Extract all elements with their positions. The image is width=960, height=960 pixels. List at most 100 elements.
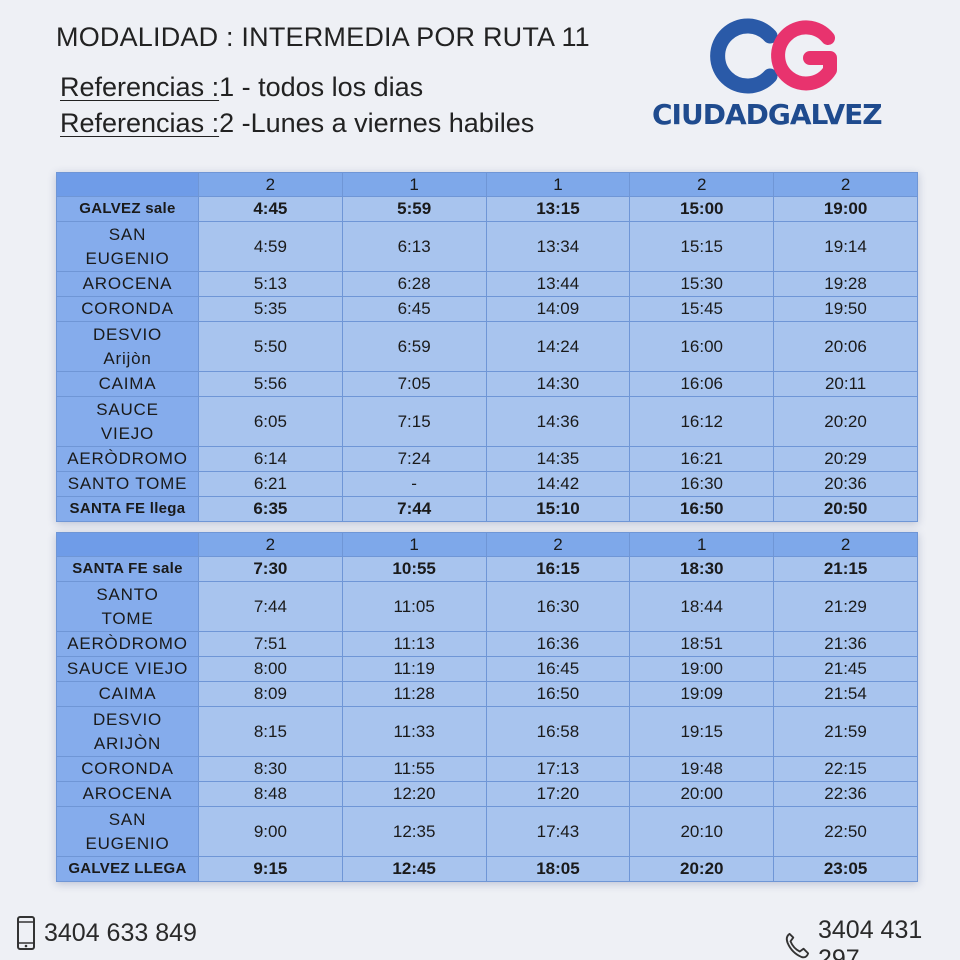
departure-time: 16:36 — [485, 631, 631, 657]
schedule-header-row: 2 1 2 1 2 — [56, 532, 918, 557]
stop-name: SANTO TOME — [56, 471, 199, 497]
schedule-header-row: 2 1 1 2 2 — [56, 172, 918, 197]
departure-time: 7:44 — [341, 496, 487, 522]
stop-name: SANTA FE sale — [56, 556, 199, 582]
departure-time: 8:48 — [197, 781, 343, 807]
schedule-row: SANTO TOME 7:44 11:05 16:30 18:44 21:29 — [56, 581, 918, 632]
departure-time: 21:36 — [773, 631, 918, 657]
departure-time: 15:10 — [485, 496, 631, 522]
phone-contact-right[interactable]: 3404 431 297 — [784, 916, 960, 960]
departure-time: 15:00 — [629, 196, 775, 222]
departure-time: 7:05 — [341, 371, 487, 397]
schedule-row: AERÒDROMO 6:14 7:24 14:35 16:21 20:29 — [56, 446, 918, 472]
departure-time: 18:51 — [629, 631, 775, 657]
stop-name: DESVIO ARIJÒN — [56, 706, 199, 757]
departure-time: 16:50 — [485, 681, 631, 707]
departure-time: 6:59 — [341, 321, 487, 372]
stop-name-line1: SAN — [108, 809, 147, 829]
departure-time: 14:42 — [485, 471, 631, 497]
departure-time: 20:20 — [773, 396, 918, 447]
departure-time: 5:56 — [197, 371, 343, 397]
departure-time: 11:05 — [341, 581, 487, 632]
stop-name: SAUCE VIEJO — [56, 396, 199, 447]
stop-name: CORONDA — [56, 756, 199, 782]
logo-wordmark: CIUDADGALVEZ — [652, 98, 883, 131]
departure-time: 20:50 — [773, 496, 918, 522]
departure-time: 16:30 — [629, 471, 775, 497]
departure-time: 20:20 — [629, 856, 775, 882]
departure-time: 21:54 — [773, 681, 918, 707]
departure-time: 5:59 — [341, 196, 487, 222]
departure-time: 19:00 — [629, 656, 775, 682]
reference-2: Referencias :2 -Lunes a viernes habiles — [60, 108, 534, 139]
departure-time: 22:36 — [773, 781, 918, 807]
reference-2-text: 2 -Lunes a viernes habiles — [219, 108, 535, 138]
stop-name: SANTA FE llega — [56, 496, 199, 522]
stop-name-line1: GALVEZ sale — [79, 200, 176, 217]
schedule-row: AROCENA 5:13 6:28 13:44 15:30 19:28 — [56, 271, 918, 297]
departure-time: 16:58 — [485, 706, 631, 757]
departure-time: 14:24 — [485, 321, 631, 372]
departure-time: 5:35 — [197, 296, 343, 322]
departure-time: 11:28 — [341, 681, 487, 707]
departure-time: 6:21 — [197, 471, 343, 497]
departure-time: 12:20 — [341, 781, 487, 807]
stop-name-line1: DESVIO — [92, 324, 162, 344]
departure-time: 14:36 — [485, 396, 631, 447]
departure-time: 13:44 — [485, 271, 631, 297]
header-frequency: 2 — [197, 532, 343, 557]
stop-name: AROCENA — [56, 271, 199, 297]
departure-time: 7:51 — [197, 631, 343, 657]
schedule-row: AERÒDROMO 7:51 11:13 16:36 18:51 21:36 — [56, 631, 918, 657]
departure-time: 11:33 — [341, 706, 487, 757]
stop-name-line1: AERÒDROMO — [67, 449, 188, 468]
schedule-row: SAN EUGENIO 9:00 12:35 17:43 20:10 22:50 — [56, 806, 918, 857]
phone-number-right: 3404 431 297 — [818, 916, 923, 960]
stop-name: GALVEZ sale — [56, 196, 199, 222]
stop-name-line1: SAUCE VIEJO — [66, 659, 189, 678]
departure-time: 17:20 — [485, 781, 631, 807]
stop-name: AERÒDROMO — [56, 631, 199, 657]
schedule-row: SANTO TOME 6:21-14:42 16:30 20:36 — [56, 471, 918, 497]
departure-time: 19:50 — [773, 296, 918, 322]
departure-time: 20:06 — [773, 321, 918, 372]
departure-time: 11:13 — [341, 631, 487, 657]
stop-name: GALVEZ LLEGA — [56, 856, 199, 882]
reference-1-label: Referencias : — [60, 72, 220, 102]
departure-time: 4:59 — [197, 221, 343, 272]
departure-time: 19:14 — [773, 221, 918, 272]
departure-time: 7:44 — [197, 581, 343, 632]
schedule-table-outbound: 2 1 1 2 2 GALVEZ sale 4:45 5:59 13:15 15:00 1… — [56, 172, 918, 522]
departure-time: 8:00 — [197, 656, 343, 682]
departure-time: 21:15 — [773, 556, 918, 582]
departure-time: 16:06 — [629, 371, 775, 397]
ciudad-galvez-logo: CIUDADGALVEZ — [652, 18, 908, 131]
schedule-row: SAUCE VIEJO 6:05 7:15 14:36 16:12 20:20 — [56, 396, 918, 447]
schedule-row: SANTA FE llega 6:35 7:44 15:10 16:50 20:50 — [56, 496, 918, 522]
departure-time: 6:28 — [341, 271, 487, 297]
header-frequency: 2 — [629, 172, 775, 197]
departure-time: 17:43 — [485, 806, 631, 857]
header-frequency: 1 — [341, 532, 487, 557]
departure-time: 20:00 — [629, 781, 775, 807]
stop-name: CAIMA — [56, 681, 199, 707]
stop-name-line1: CORONDA — [81, 759, 174, 778]
departure-time: 20:36 — [773, 471, 918, 497]
header-corner — [56, 172, 199, 197]
stop-name: CAIMA — [56, 371, 199, 397]
stop-name-line2: VIEJO — [100, 423, 155, 443]
departure-time: 6:13 — [341, 221, 487, 272]
departure-time: 21:29 — [773, 581, 918, 632]
departure-time: 7:15 — [341, 396, 487, 447]
stop-name-line1: CAIMA — [98, 684, 157, 703]
phone-contact-left[interactable]: 3404 633 849 — [16, 916, 197, 950]
stop-name-line1: SANTA FE sale — [72, 560, 183, 577]
departure-time: 22:50 — [773, 806, 918, 857]
departure-time: 12:45 — [341, 856, 487, 882]
departure-time: - — [341, 471, 487, 497]
schedule-row: DESVIO Arijòn 5:50 6:59 14:24 16:00 20:06 — [56, 321, 918, 372]
telephone-handset-icon — [785, 932, 810, 959]
departure-time: 8:09 — [197, 681, 343, 707]
stop-name: SAN EUGENIO — [56, 221, 199, 272]
stop-name: DESVIO Arijòn — [56, 321, 199, 372]
